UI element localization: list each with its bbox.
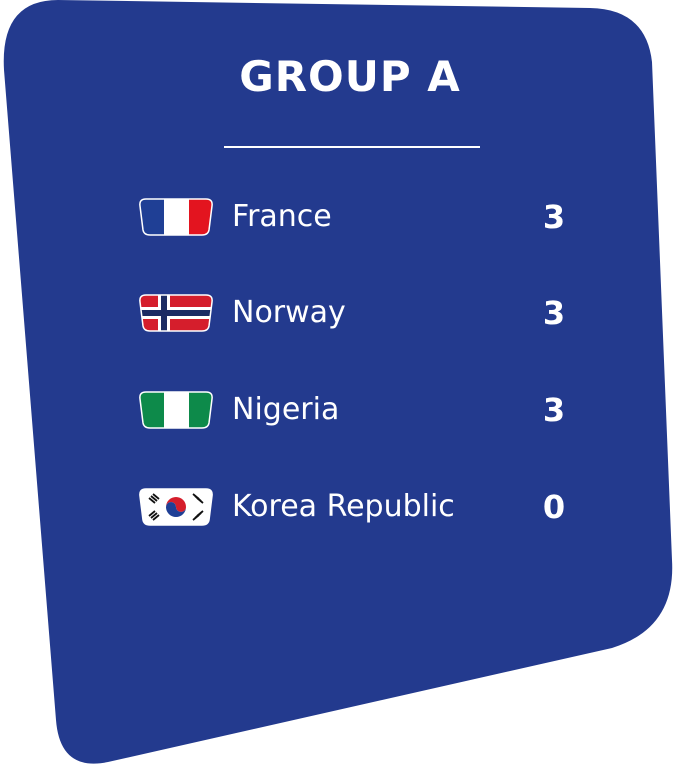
standings-row-norway: Norway 3 [138, 290, 578, 338]
group-title: GROUP A [239, 52, 461, 101]
nigeria-flag-icon [139, 391, 213, 429]
team-points: 3 [542, 294, 566, 332]
france-flag-icon [139, 198, 213, 236]
standings-row-france: France 3 [138, 194, 578, 242]
team-points: 3 [542, 391, 566, 429]
team-name: France [232, 199, 332, 234]
team-name: Korea Republic [232, 489, 455, 524]
group-card: GROUP A France 3 Norway 3 Nigeria 3 Kore… [0, 0, 673, 765]
title-divider [224, 146, 480, 148]
card-background [3, 0, 673, 764]
team-points: 0 [542, 488, 566, 526]
korea-republic-flag-icon [139, 488, 213, 526]
team-name: Norway [232, 295, 346, 330]
team-points: 3 [542, 198, 566, 236]
standings-row-korea-republic: Korea Republic 0 [138, 484, 578, 532]
standings-row-nigeria: Nigeria 3 [138, 387, 578, 435]
norway-flag-icon [139, 294, 213, 332]
team-name: Nigeria [232, 392, 340, 427]
